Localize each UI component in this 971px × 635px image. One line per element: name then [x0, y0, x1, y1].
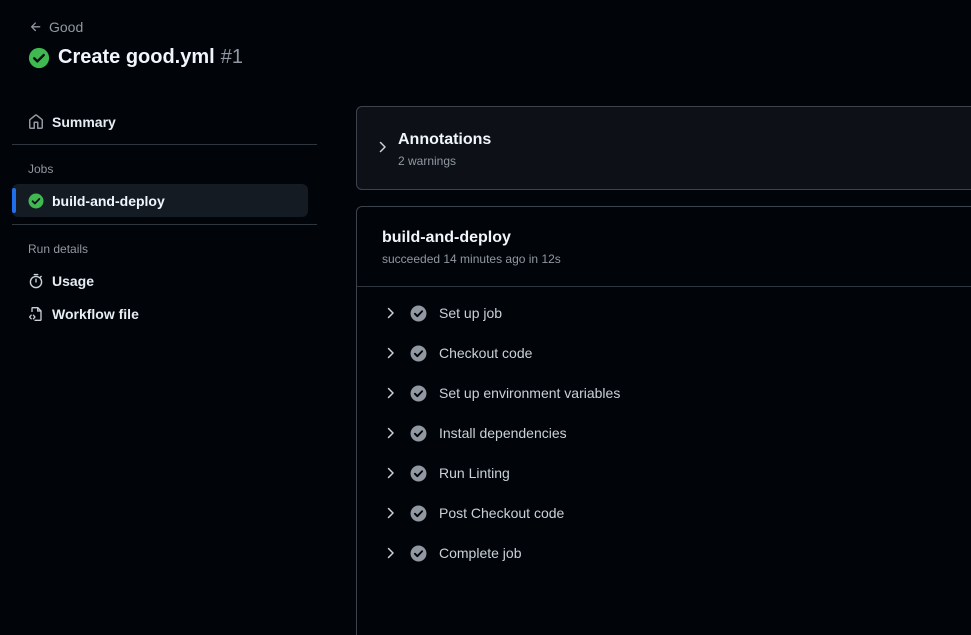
- chevron-right-icon: [387, 547, 394, 559]
- sidebar-item-workflow-file[interactable]: Workflow file: [12, 297, 317, 330]
- step-label: Set up job: [439, 305, 503, 321]
- chevron-right-icon: [387, 347, 394, 359]
- home-icon: [29, 113, 43, 129]
- step-label: Set up environment variables: [439, 385, 621, 401]
- sidebar-item-label: build-and-deploy: [52, 192, 165, 209]
- sidebar-divider: [12, 144, 317, 145]
- chevron-right-icon: [387, 307, 394, 319]
- active-indicator: [12, 188, 16, 213]
- run-number: #1: [220, 46, 243, 68]
- chevron-right-icon: [387, 427, 394, 439]
- jobs-heading: Jobs: [28, 162, 54, 176]
- sidebar-item-label: Workflow file: [52, 305, 139, 322]
- check-circle-icon: [410, 505, 427, 521]
- annotations-panel[interactable]: Annotations 2 warnings: [356, 106, 971, 190]
- check-circle-icon: [410, 305, 427, 321]
- step-label: Post Checkout code: [439, 505, 565, 521]
- check-circle-success-icon: [28, 193, 44, 208]
- page-title-text: Create good.yml: [58, 46, 215, 68]
- check-circle-icon: [410, 545, 427, 561]
- chevron-right-icon: [387, 467, 394, 479]
- workflow-run-page: Good Create good.yml #1 Summary Jobs buil…: [0, 0, 971, 635]
- job-name: build-and-deploy: [382, 229, 511, 246]
- check-circle-success-icon: [28, 47, 50, 68]
- job-panel: build-and-deploy succeeded 14 minutes ag…: [356, 206, 971, 635]
- sidebar-item-summary[interactable]: Summary: [12, 105, 317, 138]
- back-link[interactable]: Good: [29, 19, 83, 35]
- arrow-left-icon: [30, 22, 41, 32]
- sidebar-item-label: Usage: [52, 272, 95, 289]
- sidebar-item-usage[interactable]: Usage: [12, 264, 317, 297]
- check-circle-icon: [410, 425, 427, 441]
- run-details-heading: Run details: [28, 242, 89, 256]
- step-set-up-environment-variables[interactable]: Set up environment variables: [357, 373, 971, 413]
- check-circle-icon: [410, 465, 427, 481]
- check-circle-icon: [410, 345, 427, 361]
- job-status-text: succeeded 14 minutes ago in 12s: [382, 252, 561, 266]
- annotations-subtitle: 2 warnings: [398, 154, 457, 168]
- step-complete-job[interactable]: Complete job: [357, 533, 971, 573]
- step-label: Install dependencies: [439, 425, 567, 441]
- chevron-right-icon: [379, 141, 386, 153]
- chevron-right-icon: [387, 387, 394, 399]
- page-title-row: Create good.yml #1: [28, 46, 243, 69]
- page-title: Create good.yml #1: [58, 46, 243, 69]
- step-label: Complete job: [439, 545, 522, 561]
- sidebar-divider: [12, 224, 317, 225]
- step-label: Run Linting: [439, 465, 510, 481]
- job-header: build-and-deploy succeeded 14 minutes ag…: [357, 207, 971, 287]
- step-post-checkout-code[interactable]: Post Checkout code: [357, 493, 971, 533]
- step-install-dependencies[interactable]: Install dependencies: [357, 413, 971, 453]
- check-circle-icon: [410, 385, 427, 401]
- job-steps: Set up job Checkout code Set up environm…: [357, 293, 971, 573]
- back-link-label: Good: [49, 19, 84, 35]
- annotations-title: Annotations: [398, 131, 492, 148]
- chevron-right-icon: [387, 507, 394, 519]
- file-code-icon: [28, 306, 42, 321]
- step-label: Checkout code: [439, 345, 533, 361]
- step-run-linting[interactable]: Run Linting: [357, 453, 971, 493]
- sidebar-item-label: Summary: [52, 113, 116, 130]
- sidebar: Summary Jobs build-and-deploy Run detail…: [12, 105, 317, 330]
- sidebar-item-build-and-deploy[interactable]: build-and-deploy: [12, 184, 308, 217]
- step-checkout-code[interactable]: Checkout code: [357, 333, 971, 373]
- step-set-up-job[interactable]: Set up job: [357, 293, 971, 333]
- stopwatch-icon: [29, 273, 43, 288]
